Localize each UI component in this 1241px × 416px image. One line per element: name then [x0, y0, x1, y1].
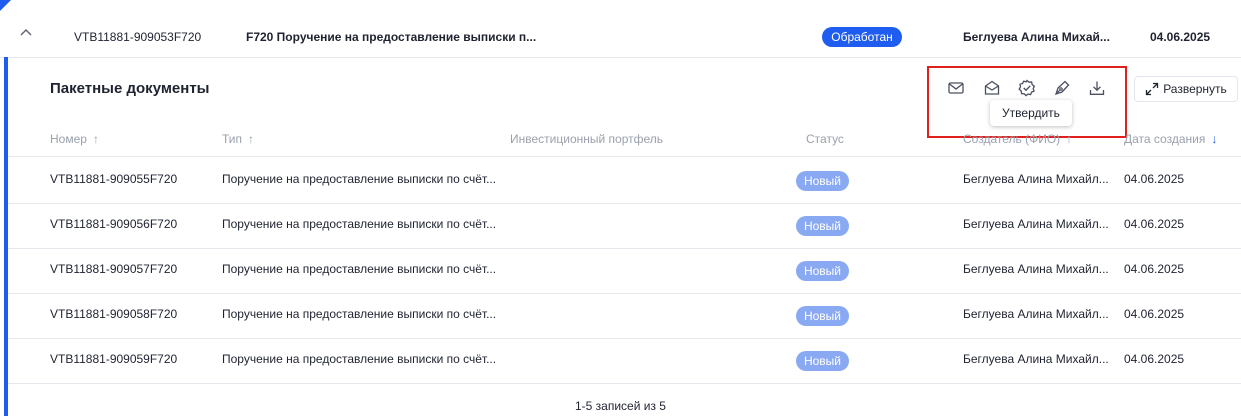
column-header-creator[interactable]: Создатель (ФИО) ↑	[963, 132, 1072, 146]
chevron-up-icon[interactable]	[20, 28, 32, 36]
approve-icon[interactable]	[1015, 76, 1039, 100]
cell-number: VTB11881-909058F720	[50, 307, 178, 321]
column-header-portfolio-label: Инвестиционный портфель	[510, 132, 664, 146]
cell-type: Поручение на предоставление выписки по с…	[222, 307, 497, 321]
sort-arrow-down-icon: ↓	[1211, 132, 1218, 146]
cell-date: 04.06.2025	[1124, 172, 1185, 186]
status-badge: Новый	[796, 216, 849, 236]
sort-arrow-up-icon: ↑	[248, 132, 255, 146]
table-row[interactable]: VTB11881-909055F720 Поручение на предост…	[8, 158, 1241, 203]
column-header-type[interactable]: Тип ↑	[222, 132, 254, 146]
cell-creator: Беглуева Алина Михайл...	[963, 217, 1109, 231]
expand-button[interactable]: Развернуть	[1134, 76, 1238, 102]
cell-number: VTB11881-909057F720	[50, 262, 178, 276]
status-badge: Обработан	[822, 27, 902, 47]
open-mail-icon[interactable]	[980, 76, 1004, 100]
cell-type: Поручение на предоставление выписки по с…	[222, 172, 497, 186]
column-header-number[interactable]: Номер ↑	[50, 132, 99, 146]
table-row[interactable]: VTB11881-909056F720 Поручение на предост…	[8, 203, 1241, 248]
sort-arrow-up-icon: ↑	[92, 132, 99, 146]
table-row[interactable]: VTB11881-909057F720 Поручение на предост…	[8, 248, 1241, 293]
header-divider	[8, 156, 1241, 157]
parent-document-row[interactable]: VTB11881-909053F720 F720 Поручение на пр…	[0, 0, 1241, 58]
parent-document-author: Беглуева Алина Михай...	[963, 30, 1110, 44]
column-header-portfolio[interactable]: Инвестиционный портфель	[510, 132, 663, 146]
column-header-created[interactable]: Дата создания ↓	[1124, 132, 1217, 146]
sign-pen-icon[interactable]	[1050, 76, 1074, 100]
parent-document-date: 04.06.2025	[1150, 30, 1211, 44]
status-badge: Новый	[796, 351, 849, 371]
expand-icon	[1146, 82, 1159, 96]
cell-creator: Беглуева Алина Михайл...	[963, 172, 1109, 186]
section-title: Пакетные документы	[50, 80, 210, 97]
cell-number: VTB11881-909055F720	[50, 172, 178, 186]
table-row[interactable]: VTB11881-909059F720 Поручение на предост…	[8, 338, 1241, 383]
status-badge: Новый	[796, 306, 849, 326]
cell-date: 04.06.2025	[1124, 262, 1185, 276]
row-divider	[8, 383, 1241, 384]
cell-number: VTB11881-909056F720	[50, 217, 178, 231]
column-header-number-label: Номер	[50, 132, 87, 146]
column-header-creator-label: Создатель (ФИО)	[963, 132, 1061, 146]
cell-creator: Беглуева Алина Михайл...	[963, 307, 1109, 321]
parent-document-type: F720 Поручение на предоставление выписки…	[246, 30, 537, 44]
pagination-summary: 1-5 записей из 5	[575, 399, 666, 413]
cell-date: 04.06.2025	[1124, 217, 1185, 231]
cell-date: 04.06.2025	[1124, 352, 1185, 366]
sort-arrow-up-icon: ↑	[1066, 132, 1073, 146]
parent-document-number: VTB11881-909053F720	[74, 30, 202, 44]
cell-creator: Беглуева Алина Михайл...	[963, 262, 1109, 276]
status-badge: Новый	[796, 261, 849, 281]
cell-type: Поручение на предоставление выписки по с…	[222, 217, 497, 231]
column-header-type-label: Тип	[222, 132, 243, 146]
mail-icon[interactable]	[944, 76, 968, 100]
column-header-status[interactable]: Статус	[806, 132, 844, 146]
expand-button-label: Развернуть	[1163, 82, 1227, 96]
cell-type: Поручение на предоставление выписки по с…	[222, 262, 497, 276]
approve-tooltip: Утвердить	[990, 100, 1072, 126]
column-header-status-label: Статус	[806, 132, 844, 146]
cell-number: VTB11881-909059F720	[50, 352, 178, 366]
cell-date: 04.06.2025	[1124, 307, 1185, 321]
status-badge: Новый	[796, 171, 849, 191]
download-icon[interactable]	[1085, 76, 1109, 100]
batch-actions-toolbar	[940, 76, 1120, 102]
cell-creator: Беглуева Алина Михайл...	[963, 352, 1109, 366]
cell-type: Поручение на предоставление выписки по с…	[222, 352, 497, 366]
column-header-created-label: Дата создания	[1124, 132, 1206, 146]
selection-corner-marker	[0, 0, 11, 11]
table-row[interactable]: VTB11881-909058F720 Поручение на предост…	[8, 293, 1241, 338]
